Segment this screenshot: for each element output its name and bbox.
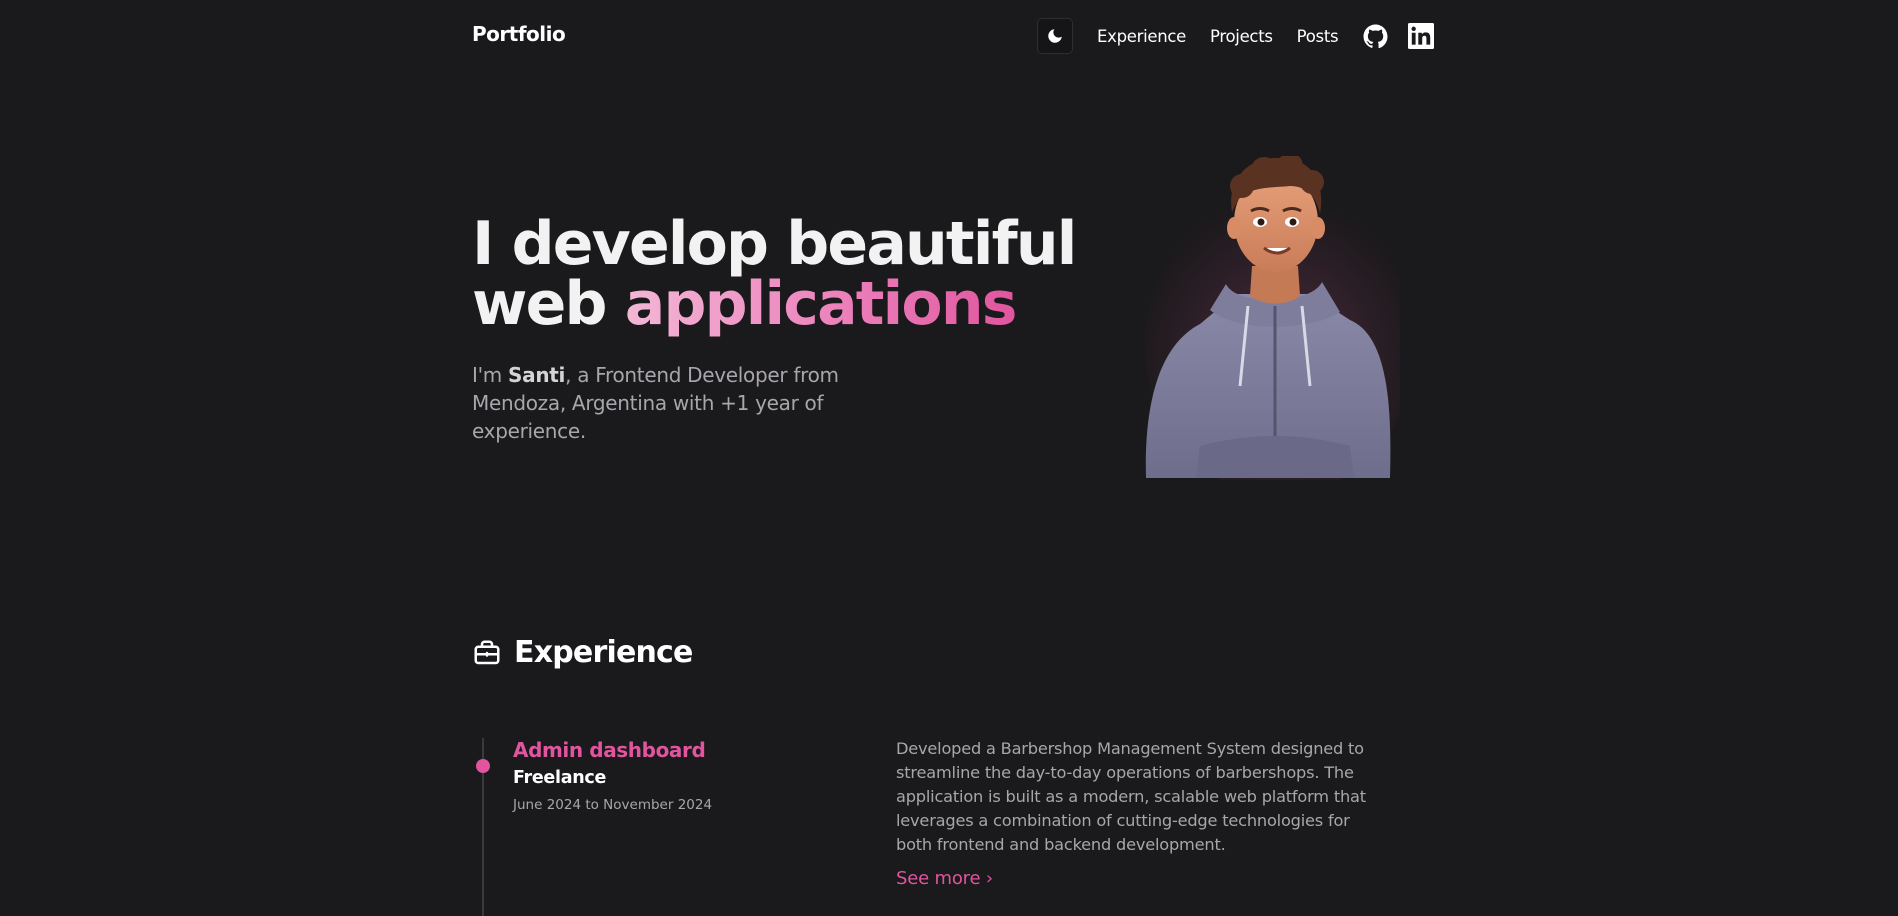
briefcase-icon	[474, 640, 500, 664]
see-more-link[interactable]: See more ›	[896, 868, 993, 889]
brand-logo-text[interactable]: Portfolio	[472, 22, 566, 46]
timeline-dot	[476, 759, 490, 773]
hero-subtitle-name: Santi	[508, 363, 566, 387]
linkedin-icon	[1408, 23, 1435, 49]
developer-avatar	[1140, 153, 1415, 496]
experience-section-title: Experience	[514, 635, 693, 670]
experience-item-description: Developed a Barbershop Management System…	[896, 739, 1366, 854]
top-nav: Experience Projects Posts	[1037, 17, 1435, 55]
hero-title-accent: applications	[624, 269, 1018, 339]
developer-avatar-illustration	[1145, 153, 1415, 496]
experience-section-heading: Experience	[472, 635, 693, 670]
github-icon	[1363, 24, 1388, 48]
github-link[interactable]	[1362, 23, 1388, 49]
hero-subtitle-prefix: I'm	[472, 363, 502, 387]
portfolio-page: Portfolio Experience Projects Posts I de…	[0, 0, 1898, 916]
linkedin-link[interactable]	[1408, 23, 1435, 49]
experience-item-title: Admin dashboard	[513, 738, 706, 762]
nav-link-projects[interactable]: Projects	[1210, 27, 1273, 46]
hero-subtitle: I'm Santi, a Frontend Developer from Men…	[472, 361, 932, 445]
theme-toggle-button[interactable]	[1037, 18, 1073, 54]
experience-item-dates: June 2024 to November 2024	[513, 797, 713, 813]
nav-link-experience[interactable]: Experience	[1097, 27, 1186, 46]
experience-item-company: Freelance	[513, 768, 607, 788]
nav-link-posts[interactable]: Posts	[1297, 27, 1339, 46]
hero-title: I develop beautiful web applications	[472, 214, 1077, 334]
hero-title-line2-plain: web	[472, 269, 607, 339]
moon-icon	[1048, 29, 1062, 43]
